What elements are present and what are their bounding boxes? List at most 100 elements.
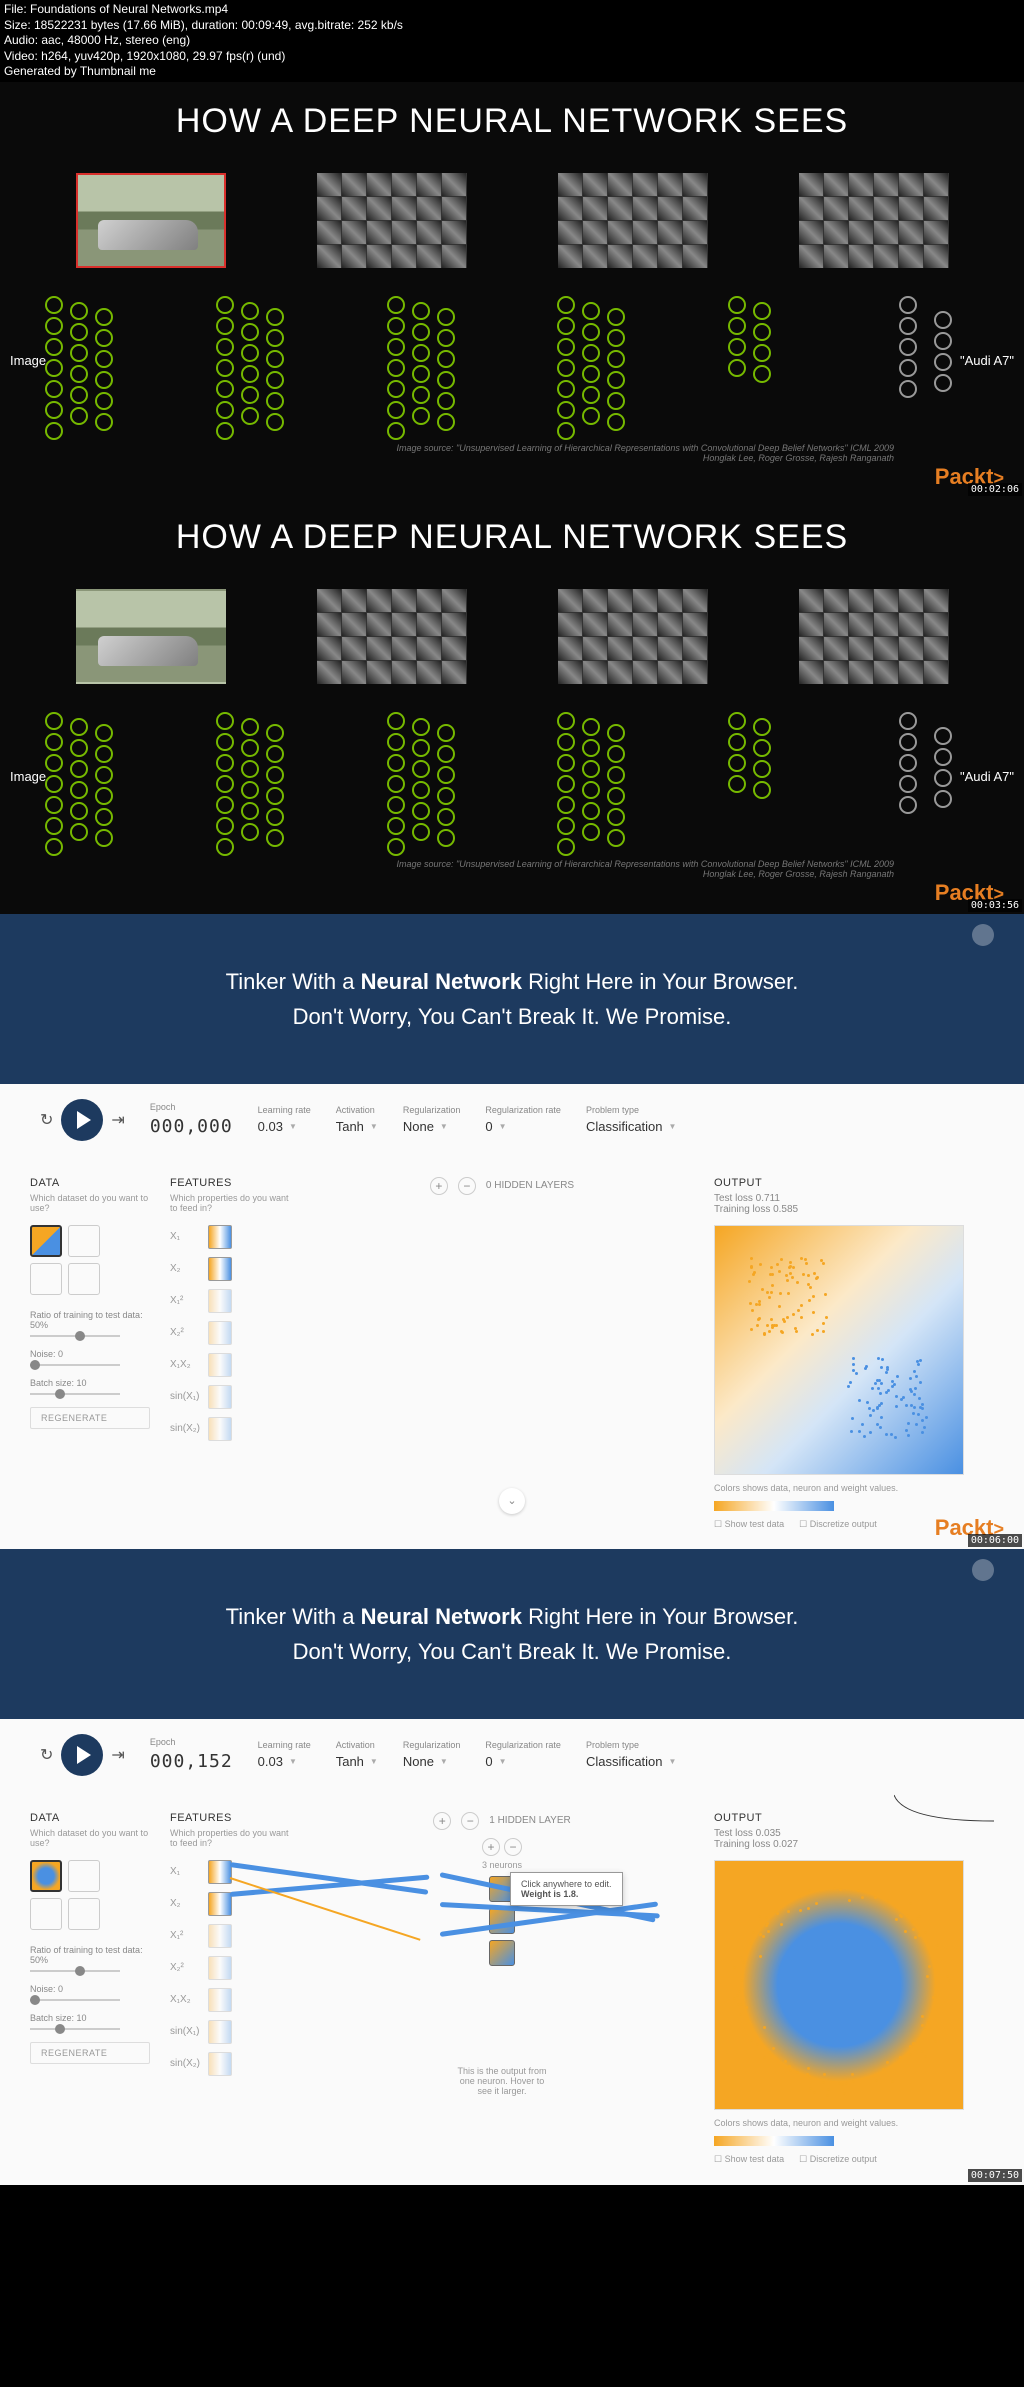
output-visualization[interactable]: for(let i=0;i<80;i++){let x=30+Math.rand… (714, 1225, 964, 1475)
show-test-checkbox[interactable]: ☐ Show test data (714, 1519, 784, 1530)
chevron-down-icon: ▼ (499, 1757, 507, 1766)
nn-node (607, 371, 625, 389)
nn-node (95, 829, 113, 847)
reset-icon[interactable]: ↻ (40, 1745, 53, 1765)
nn-node (266, 413, 284, 431)
ratio-slider[interactable]: Ratio of training to test data: 50% (30, 1310, 150, 1337)
scroll-down-button[interactable]: ⌄ (499, 1488, 525, 1514)
nn-output-node (934, 769, 952, 787)
noise-slider[interactable]: Noise: 0 (30, 1349, 150, 1366)
problem-dropdown[interactable]: Classification▼ (586, 1119, 677, 1134)
nn-node (412, 365, 430, 383)
ratio-slider[interactable]: Ratio of training to test data: 50% (30, 1945, 150, 1972)
remove-layer-button[interactable]: − (458, 1177, 476, 1195)
regularization-dropdown[interactable]: None▼ (403, 1754, 461, 1769)
reset-icon[interactable]: ↻ (40, 1110, 53, 1130)
dataset-spiral[interactable] (68, 1263, 100, 1295)
github-icon[interactable] (972, 924, 994, 946)
nn-node (45, 817, 63, 835)
dataset-picker (30, 1225, 150, 1295)
feature-sinx2[interactable]: sin(X₂) (170, 2052, 290, 2076)
batch-slider[interactable]: Batch size: 10 (30, 2013, 150, 2030)
github-icon[interactable] (972, 1559, 994, 1581)
nn-node (582, 344, 600, 362)
dataset-circle[interactable] (30, 1860, 62, 1892)
discretize-checkbox[interactable]: ☐ Discretize output (799, 1519, 877, 1530)
noise-slider[interactable]: Noise: 0 (30, 1984, 150, 2001)
show-test-checkbox[interactable]: ☐ Show test data (714, 2154, 784, 2165)
dataset-circle[interactable] (30, 1263, 62, 1295)
feature-sinx1[interactable]: sin(X₁) (170, 2020, 290, 2044)
nn-node (216, 296, 234, 314)
nn-node (582, 760, 600, 778)
lr-dropdown[interactable]: 0.03▼ (258, 1119, 311, 1134)
problem-dropdown[interactable]: Classification▼ (586, 1754, 677, 1769)
chevron-down-icon: ▼ (499, 1122, 507, 1131)
feature-x1x2[interactable]: X₁X₂ (170, 1353, 290, 1377)
activation-dropdown[interactable]: Tanh▼ (336, 1119, 378, 1134)
output-visualization[interactable]: for(let i=0;i<100;i++){let a=Math.random… (714, 1860, 964, 2110)
nn-node (241, 365, 259, 383)
feature-x2sq[interactable]: X₂² (170, 1956, 290, 1980)
dataset-xor[interactable] (68, 1860, 100, 1892)
nn-node (728, 338, 746, 356)
data-subtitle: Which dataset do you want to use? (30, 1828, 150, 1848)
regenerate-button[interactable]: REGENERATE (30, 2042, 150, 2064)
thumbnail-frame-1: HOW A DEEP NEURAL NETWORK SEES for(let i… (0, 82, 1024, 498)
feature-x1[interactable]: X₁ (170, 1225, 290, 1249)
remove-layer-button[interactable]: − (461, 1812, 479, 1830)
step-icon[interactable]: ⇥ (111, 1745, 124, 1765)
dataset-gauss[interactable] (30, 1225, 62, 1257)
play-button[interactable] (61, 1099, 103, 1141)
step-icon[interactable]: ⇥ (111, 1110, 124, 1130)
nn-node (582, 781, 600, 799)
nn-node (437, 413, 455, 431)
features-title: FEATURES (170, 1812, 290, 1824)
meta-size: Size: 18522231 bytes (17.66 MiB), durati… (4, 18, 1020, 34)
nn-node (216, 817, 234, 835)
regenerate-button[interactable]: REGENERATE (30, 1407, 150, 1429)
feature-x1sq[interactable]: X₁² (170, 1924, 290, 1948)
thumbnail-frame-4: Tinker With a Neural Network Right Here … (0, 1549, 1024, 2184)
regrate-dropdown[interactable]: 0▼ (485, 1119, 561, 1134)
regularization-dropdown[interactable]: None▼ (403, 1119, 461, 1134)
nn-node (45, 296, 63, 314)
feature-x2[interactable]: X₂ (170, 1257, 290, 1281)
batch-slider[interactable]: Batch size: 10 (30, 1378, 150, 1395)
nn-node (45, 754, 63, 772)
add-layer-button[interactable]: + (430, 1177, 448, 1195)
chevron-down-icon: ▼ (440, 1757, 448, 1766)
nn-node (557, 754, 575, 772)
dataset-spiral[interactable] (68, 1898, 100, 1930)
nn-node (582, 739, 600, 757)
regrate-dropdown[interactable]: 0▼ (485, 1754, 561, 1769)
dataset-gauss[interactable] (30, 1898, 62, 1930)
nn-node (95, 392, 113, 410)
nn-node (266, 371, 284, 389)
discretize-checkbox[interactable]: ☐ Discretize output (799, 2154, 877, 2165)
nn-node (753, 739, 771, 757)
chevron-down-icon: ▼ (440, 1122, 448, 1131)
dataset-xor[interactable] (68, 1225, 100, 1257)
nn-node (70, 365, 88, 383)
nn-node (582, 718, 600, 736)
feature-x1x2[interactable]: X₁X₂ (170, 1988, 290, 2012)
remove-neuron-button[interactable]: − (504, 1838, 522, 1856)
feature-sinx1[interactable]: sin(X₁) (170, 1385, 290, 1409)
activation-dropdown[interactable]: Tanh▼ (336, 1754, 378, 1769)
legend-text: Colors shows data, neuron and weight val… (714, 2118, 994, 2128)
nn-node (607, 413, 625, 431)
add-neuron-button[interactable]: + (482, 1838, 500, 1856)
nn-node (557, 733, 575, 751)
feature-x1sq[interactable]: X₁² (170, 1289, 290, 1313)
add-layer-button[interactable]: + (433, 1812, 451, 1830)
hidden-layers-column: + − 1 HIDDEN LAYER + − 3 neurons (310, 1812, 694, 2165)
nn-node (412, 802, 430, 820)
lr-dropdown[interactable]: 0.03▼ (258, 1754, 311, 1769)
playground-toolbar: ↻ ⇥ Epoch000,152 Learning rate0.03▼ Acti… (0, 1719, 1024, 1792)
feature-x2sq[interactable]: X₂² (170, 1321, 290, 1345)
play-button[interactable] (61, 1734, 103, 1776)
feature-sinx2[interactable]: sin(X₂) (170, 1417, 290, 1441)
regularization-label: Regularization (403, 1740, 461, 1750)
nn-node (95, 766, 113, 784)
